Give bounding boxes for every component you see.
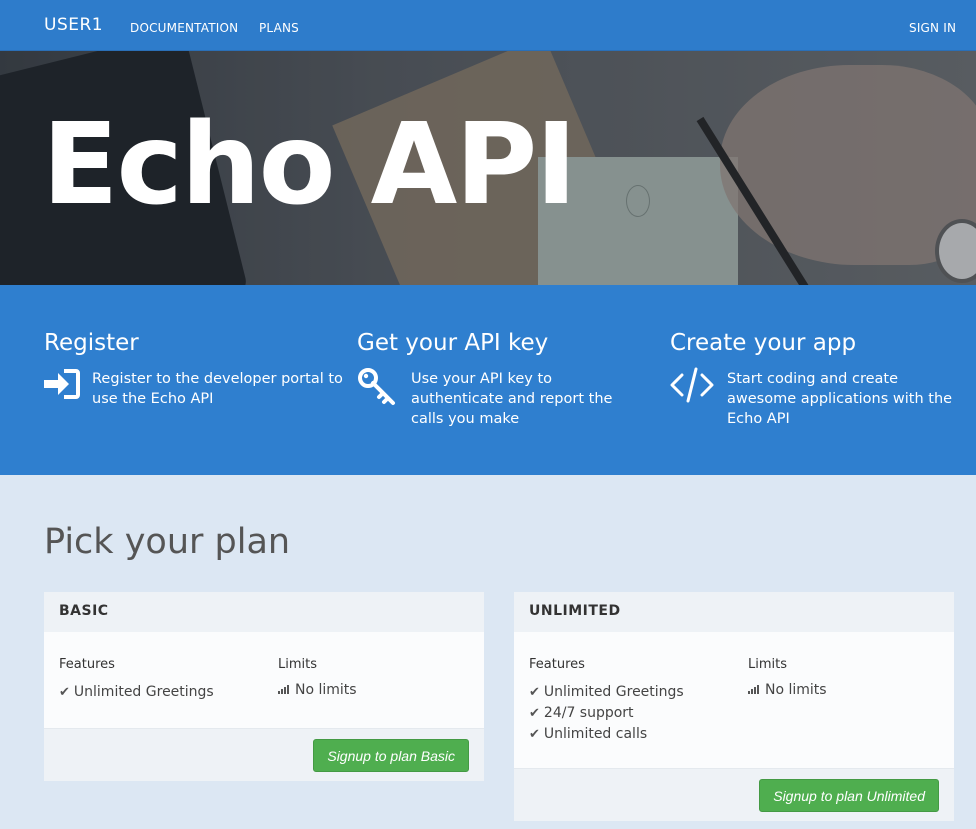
top-navbar: USER1 DOCUMENTATION PLANS SIGN IN [0,0,976,51]
check-icon: ✔ [529,685,540,700]
signup-basic-button[interactable]: Signup to plan Basic [313,739,469,772]
feature-title: Create your app [670,330,857,356]
plan-name: BASIC [44,592,484,632]
plan-name: UNLIMITED [514,592,954,632]
limit-value: No limits [278,682,357,698]
feature-list: ✔ Unlimited Greetings ✔ 24/7 support ✔ Unli… [529,682,684,745]
nav-link-plans[interactable]: PLANS [259,21,299,35]
feature-title: Register [44,330,139,356]
nav-sign-in-link[interactable]: SIGN IN [909,21,956,35]
list-item: ✔ 24/7 support [529,705,634,721]
nav-link-documentation[interactable]: DOCUMENTATION [130,21,238,35]
feature-list: ✔ Unlimited Greetings [59,682,214,703]
feature-create-app: Create your app Start coding and create … [670,332,970,429]
plans-heading: Pick your plan [44,522,291,562]
feature-text: Use your API key to authenticate and rep… [411,371,613,427]
signal-bars-icon [748,684,762,694]
limit-value: No limits [748,682,827,698]
code-icon [670,367,714,405]
plan-card-basic: BASIC Features Limits ✔ Unlimited Greetin… [44,592,484,781]
signup-unlimited-button[interactable]: Signup to plan Unlimited [759,779,939,812]
plan-footer: Signup to plan Basic [44,728,484,781]
hero-title: Echo API [42,100,577,230]
check-icon: ✔ [529,727,540,742]
feature-text: Register to the developer portal to use … [92,371,343,407]
feature-api-key: Get your API key Use your API key to aut… [357,332,647,429]
hero-banner: Echo API [0,51,976,285]
features-section: Register Register to the developer porta… [0,285,976,475]
check-icon: ✔ [59,685,70,700]
list-item: ✔ Unlimited Greetings [59,684,214,700]
signal-bars-icon [278,684,292,694]
list-item: ✔ Unlimited calls [529,726,648,742]
features-label: Features [59,657,115,672]
limits-label: Limits [748,657,787,672]
feature-register: Register Register to the developer porta… [44,332,344,409]
key-icon [357,367,401,405]
list-item: ✔ Unlimited Greetings [529,684,684,700]
nav-brand[interactable]: USER1 [44,15,103,35]
plan-body: Features Limits ✔ Unlimited Greetings No … [44,632,484,728]
check-icon: ✔ [529,706,540,721]
features-label: Features [529,657,585,672]
plan-body: Features Limits ✔ Unlimited Greetings ✔ 24… [514,632,954,768]
plan-footer: Signup to plan Unlimited [514,768,954,821]
sign-in-icon [44,367,88,405]
limits-label: Limits [278,657,317,672]
feature-text: Start coding and create awesome applicat… [727,371,953,427]
plan-card-unlimited: UNLIMITED Features Limits ✔ Unlimited Gre… [514,592,954,821]
feature-title: Get your API key [357,330,549,356]
